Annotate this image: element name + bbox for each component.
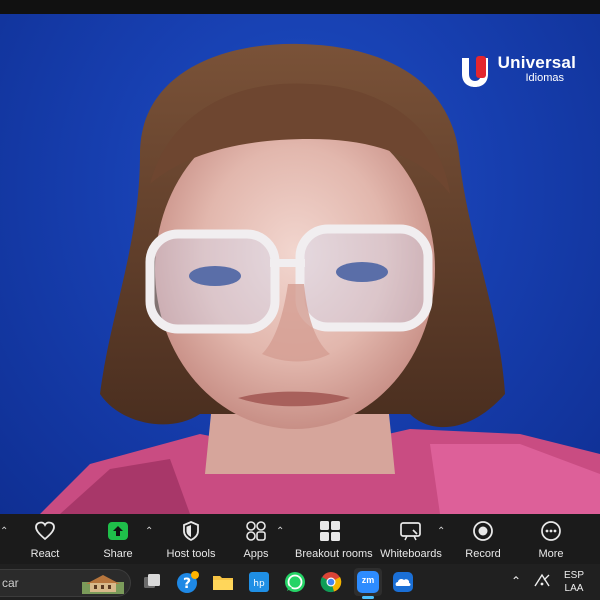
participant-video: Universal Idiomas [0,14,600,514]
more-icon [541,521,561,541]
meeting-toolbar: ⌃ React Share ⌃ Host tools Apps ⌃ Breako… [0,514,600,564]
hp-icon[interactable]: hp [247,570,271,594]
whatsapp-icon[interactable] [283,570,307,594]
task-view-icon[interactable] [140,570,164,594]
universal-idiomas-logo: Universal Idiomas [458,54,576,88]
search-text: car [2,576,19,590]
svg-text:hp: hp [253,579,265,589]
whiteboards-label: Whiteboards [380,548,442,560]
whiteboards-button[interactable]: Whiteboards [376,519,446,560]
zoom-icon[interactable]: zm [354,568,382,599]
file-explorer-icon[interactable] [211,570,235,594]
input-language-indicator[interactable]: ESP LAA [564,569,584,595]
whiteboards-options-chevron-icon[interactable]: ⌃ [437,526,445,537]
more-label: More [538,548,564,560]
record-label: Record [465,548,501,560]
keyboard-layout-code: LAA [564,583,584,594]
share-label: Share [103,548,133,560]
breakout-rooms-label: Breakout rooms [295,548,373,560]
react-label: React [30,548,60,560]
share-button[interactable]: Share [83,519,153,560]
record-button[interactable]: Record [448,519,518,560]
share-options-chevron-icon[interactable]: ⌃ [145,526,153,537]
taskbar-search-box[interactable]: car [0,569,131,597]
windows-taskbar: car ? hp zm ⌃ ESP LAA [0,564,600,600]
record-icon [473,521,493,541]
show-hidden-icons-chevron-icon[interactable]: ⌃ [511,574,521,588]
apps-options-chevron-icon[interactable]: ⌃ [276,526,284,537]
host-tools-label: Host tools [166,548,216,560]
share-screen-icon [108,522,128,540]
whiteboard-icon [400,522,421,541]
breakout-rooms-icon [320,521,340,541]
window-top-bar [0,0,600,14]
chrome-icon[interactable] [319,570,343,594]
language-code: ESP [564,570,585,581]
participant-image [40,43,600,514]
apps-label: Apps [243,548,269,560]
brand-subtitle: Idiomas [525,72,564,84]
brand-mark-icon [458,54,492,88]
svg-text:?: ? [183,576,191,592]
heart-icon [35,521,55,541]
chevron-up-icon[interactable]: ⌃ [0,526,8,537]
breakout-rooms-button[interactable]: Breakout rooms [295,519,373,560]
network-icon[interactable] [533,571,551,592]
zoom-icon-label: zm [361,575,375,585]
active-app-indicator [362,596,374,599]
shield-icon [183,521,199,541]
apps-icon [246,521,266,541]
react-button[interactable]: React [10,519,80,560]
more-button[interactable]: More [516,519,586,560]
host-tools-button[interactable]: Host tools [156,519,226,560]
help-icon[interactable]: ? [176,570,200,594]
search-highlight-icon [82,575,124,594]
brand-name: Universal [497,53,576,72]
onedrive-icon[interactable] [391,570,415,594]
